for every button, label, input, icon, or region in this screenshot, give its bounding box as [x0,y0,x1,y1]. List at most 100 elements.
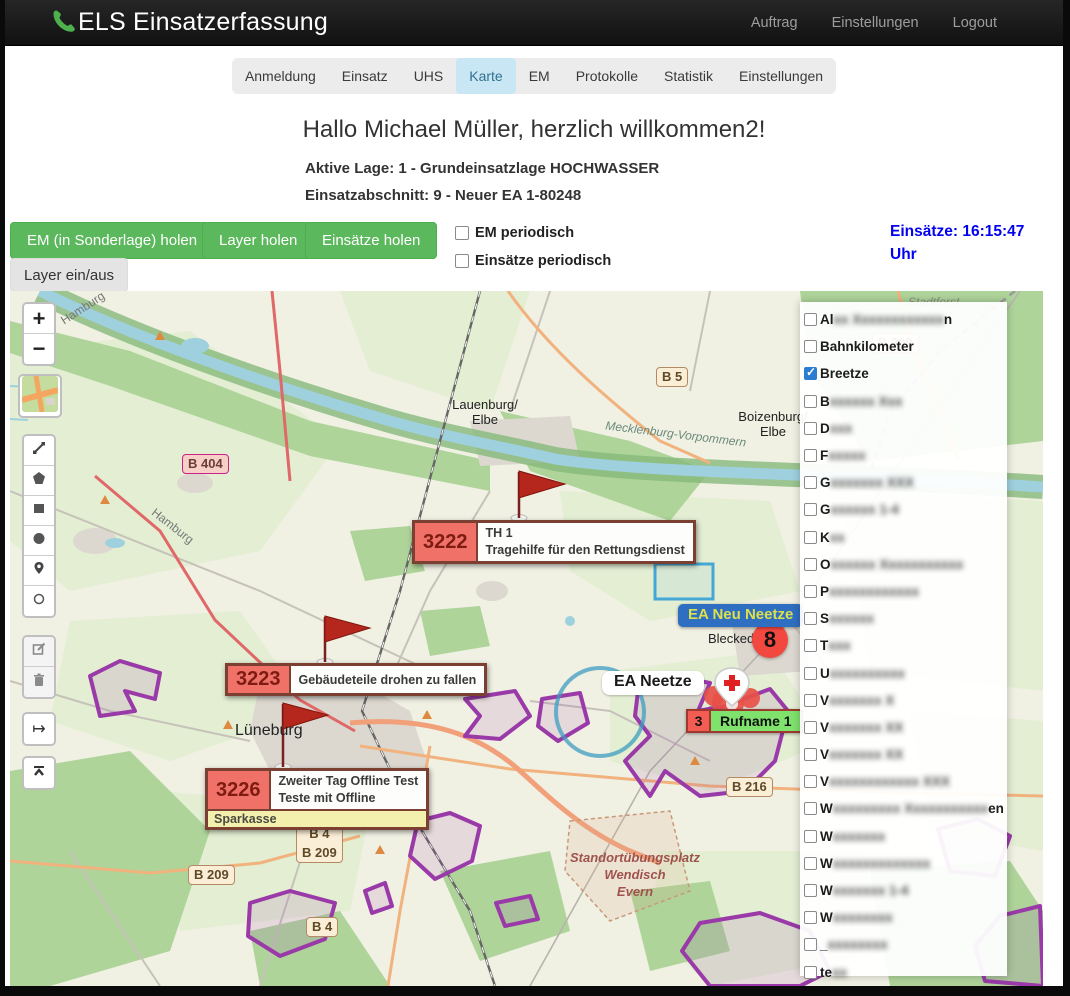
layer-label: Wxxxxxxx [820,829,885,844]
layer-item-0[interactable]: Alxx Xxxxxxxxxxxxn [804,306,1007,333]
collapse-button[interactable] [24,758,54,788]
navbar-link-logout[interactable]: Logout [953,15,997,31]
layers-control-button[interactable] [18,374,62,418]
layer-checkbox[interactable] [804,911,817,924]
tab-karte[interactable]: Karte [456,58,515,94]
ea-neetze-label[interactable]: EA Neetze [602,671,704,695]
layer-item-24[interactable]: texx [804,959,1007,986]
layer-checkbox[interactable] [804,802,817,815]
layer-checkbox[interactable] [804,476,817,489]
tab-einstellungen[interactable]: Einstellungen [726,58,836,94]
layer-item-18[interactable]: Wxxxxxxxxx Xxxxxxxxxxxen [804,795,1007,822]
layer-checkbox[interactable] [804,612,817,625]
edit-layers-button[interactable] [24,637,54,667]
layer-toggle-button[interactable]: Layer ein/aus [10,258,128,292]
layer-checkbox[interactable] [804,449,817,462]
layer-checkbox[interactable] [804,721,817,734]
layer-item-9[interactable]: Oxxxxxx Xxxxxxxxxxx [804,551,1007,578]
layer-item-8[interactable]: Kxx [804,524,1007,551]
em-periodisch-checkbox[interactable] [455,226,469,240]
layer-item-17[interactable]: Vxxxxxxxxxxxx XXX [804,768,1007,795]
layer-item-15[interactable]: Vxxxxxxx XX [804,714,1007,741]
layer-item-3[interactable]: Bxxxxxx Xxx [804,388,1007,415]
unit-badge[interactable]: 3 Rufname 1 [686,709,803,733]
draw-marker-button[interactable] [24,556,54,586]
measure-button[interactable]: ↦ [24,714,54,744]
navbar-link-einstellungen[interactable]: Einstellungen [832,15,919,31]
incident-3222[interactable]: 3222 TH 1 Tragehilfe für den Rettungsdie… [412,520,696,564]
layer-checkbox[interactable] [804,639,817,652]
draw-polygon-button[interactable] [24,466,54,496]
layer-list: Alxx XxxxxxxxxxxxnBahnkilometerBreetzeBx… [804,306,1007,986]
tab-einsatz[interactable]: Einsatz [329,58,401,94]
layer-label: Vxxxxxxx XX [820,720,903,735]
tab-statistik[interactable]: Statistik [651,58,726,94]
tab-em[interactable]: EM [516,58,563,94]
layer-item-14[interactable]: Vxxxxxxx X [804,687,1007,714]
incident-3226[interactable]: 3226 Zweiter Tag Offline Test Teste mit … [205,768,429,830]
map[interactable]: Hamburg Hamburg Stadtforst Lauenburg/Elb… [10,291,1043,986]
draw-circle-button[interactable] [24,526,54,556]
draw-polyline-button[interactable] [24,436,54,466]
layer-item-21[interactable]: Wxxxxxxx 1-4 [804,877,1007,904]
layer-checkbox[interactable] [804,503,817,516]
layer-item-16[interactable]: Vxxxxxxx XX [804,741,1007,768]
layer-checkbox[interactable] [804,775,817,788]
layer-checkbox[interactable] [804,558,817,571]
layer-label: Uxxxxxxxxxx [820,666,905,681]
layer-item-1[interactable]: Bahnkilometer [804,333,1007,360]
fetch-einsaetze-button[interactable]: Einsätze holen [305,222,437,259]
app-window: ELS Einsatzerfassung Auftrag Einstellunge… [0,0,1070,996]
layer-item-5[interactable]: Fxxxxx [804,442,1007,469]
brand[interactable]: ELS Einsatzerfassung [49,7,328,39]
draw-rectangle-button[interactable] [24,496,54,526]
incident-3223[interactable]: 3223 Gebäudeteile drohen zu fallen [225,663,487,696]
layer-checkbox[interactable] [804,857,817,870]
layer-checkbox[interactable] [804,830,817,843]
layer-checkbox[interactable] [804,585,817,598]
fetch-em-button[interactable]: EM (in Sonderlage) holen [10,222,214,259]
layer-item-4[interactable]: Dxxx [804,415,1007,442]
zoom-out-button[interactable]: − [24,334,54,364]
incident-number: 3223 [228,666,291,693]
layer-label: Oxxxxxx Xxxxxxxxxxx [820,557,963,572]
layer-item-13[interactable]: Uxxxxxxxxxx [804,659,1007,686]
layer-checkbox[interactable] [804,884,817,897]
page-title: Hallo Michael Müller, herzlich willkomme… [5,116,1063,144]
einsaetze-periodisch-checkbox[interactable] [455,254,469,268]
navbar-link-auftrag[interactable]: Auftrag [751,15,798,31]
layer-checkbox[interactable] [804,395,817,408]
navbar-links: Auftrag Einstellungen Logout [751,15,997,31]
layer-checkbox[interactable] [804,694,817,707]
delete-layers-button[interactable] [24,667,54,697]
layer-item-11[interactable]: Sxxxxxx [804,605,1007,632]
ea-neu-neetze-label[interactable]: EA Neu Neetze [678,604,803,627]
layer-item-12[interactable]: Txxx [804,632,1007,659]
layer-checkbox[interactable] [804,966,817,979]
layer-item-2[interactable]: Breetze [804,360,1007,387]
layer-item-10[interactable]: Pxxxxxxxxxxxx [804,578,1007,605]
layer-item-6[interactable]: Gxxxxxxx XXX [804,469,1007,496]
layer-item-20[interactable]: Wxxxxxxxxxxxxx [804,850,1007,877]
zoom-in-button[interactable]: + [24,304,54,334]
einsaetze-periodisch-checkbox-row[interactable]: Einsätze periodisch [455,253,611,269]
layer-checkbox[interactable] [804,422,817,435]
em-periodisch-checkbox-row[interactable]: EM periodisch [455,225,574,241]
layer-checkbox[interactable] [804,938,817,951]
layer-item-7[interactable]: Gxxxxxx 1-4 [804,496,1007,523]
layer-checkbox[interactable] [804,340,817,353]
tab-protokolle[interactable]: Protokolle [563,58,651,94]
tab-uhs[interactable]: UHS [401,58,457,94]
layer-item-19[interactable]: Wxxxxxxx [804,823,1007,850]
tab-anmeldung[interactable]: Anmeldung [232,58,329,94]
layer-checkbox[interactable] [804,748,817,761]
layer-checkbox[interactable] [804,667,817,680]
layer-item-22[interactable]: Wxxxxxxxx [804,904,1007,931]
fetch-layer-button[interactable]: Layer holen [202,222,314,259]
cluster-badge[interactable]: 8 [752,622,788,658]
layer-checkbox[interactable] [804,531,817,544]
layer-checkbox[interactable] [804,367,817,380]
layer-checkbox[interactable] [804,313,817,326]
draw-circlemarker-button[interactable] [24,586,54,616]
layer-item-23[interactable]: _xxxxxxxx [804,931,1007,958]
